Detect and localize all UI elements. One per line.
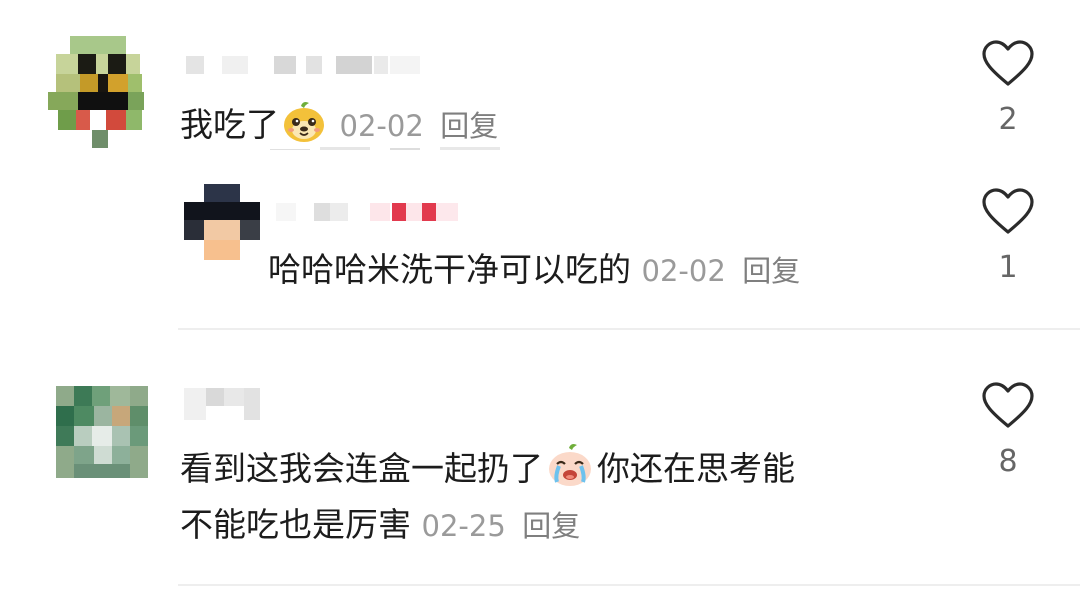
avatar[interactable] xyxy=(48,36,148,148)
comment-content: 看到这我会连盒一起扔了 xyxy=(180,449,543,488)
like-count: 2 xyxy=(998,102,1018,137)
reply-button[interactable]: 回复 xyxy=(440,109,498,143)
comment-date: 02-02 xyxy=(339,109,424,143)
comment-content: 我吃了 xyxy=(180,105,279,144)
divider xyxy=(178,584,1080,586)
crying-face-emoji-icon xyxy=(545,442,595,497)
username[interactable] xyxy=(186,56,426,74)
reply-date: 02-02 xyxy=(641,254,726,288)
like-count: 8 xyxy=(998,444,1018,479)
like-button[interactable]: 2 xyxy=(978,40,1038,137)
divider xyxy=(178,328,1080,330)
reply-button[interactable]: 回复 xyxy=(522,509,580,543)
reply-button[interactable]: 回复 xyxy=(742,254,800,288)
comment-text-line2: 不能吃也是厉害 02-25 回复 xyxy=(180,505,580,546)
heart-outline-icon xyxy=(982,40,1034,86)
truncated-text-fragment xyxy=(270,140,510,150)
comment-content: 不能吃也是厉害 xyxy=(180,505,411,544)
avatar[interactable] xyxy=(56,386,148,478)
comment-text: 看到这我会连盒一起扔了 你还在思考能 xyxy=(180,442,795,497)
like-button[interactable]: 1 xyxy=(978,188,1038,285)
username[interactable] xyxy=(276,203,466,221)
username[interactable] xyxy=(184,388,264,420)
comment-date: 02-25 xyxy=(421,509,506,543)
heart-outline-icon xyxy=(982,188,1034,234)
reply-text: 哈哈哈米洗干净可以吃的 02-02 回复 xyxy=(268,250,800,291)
avatar[interactable] xyxy=(184,184,260,260)
like-button[interactable]: 8 xyxy=(978,382,1038,479)
like-count: 1 xyxy=(998,250,1018,285)
heart-outline-icon xyxy=(982,382,1034,428)
comment-content-tail: 你还在思考能 xyxy=(597,449,795,488)
reply-content: 哈哈哈米洗干净可以吃的 xyxy=(268,250,631,289)
